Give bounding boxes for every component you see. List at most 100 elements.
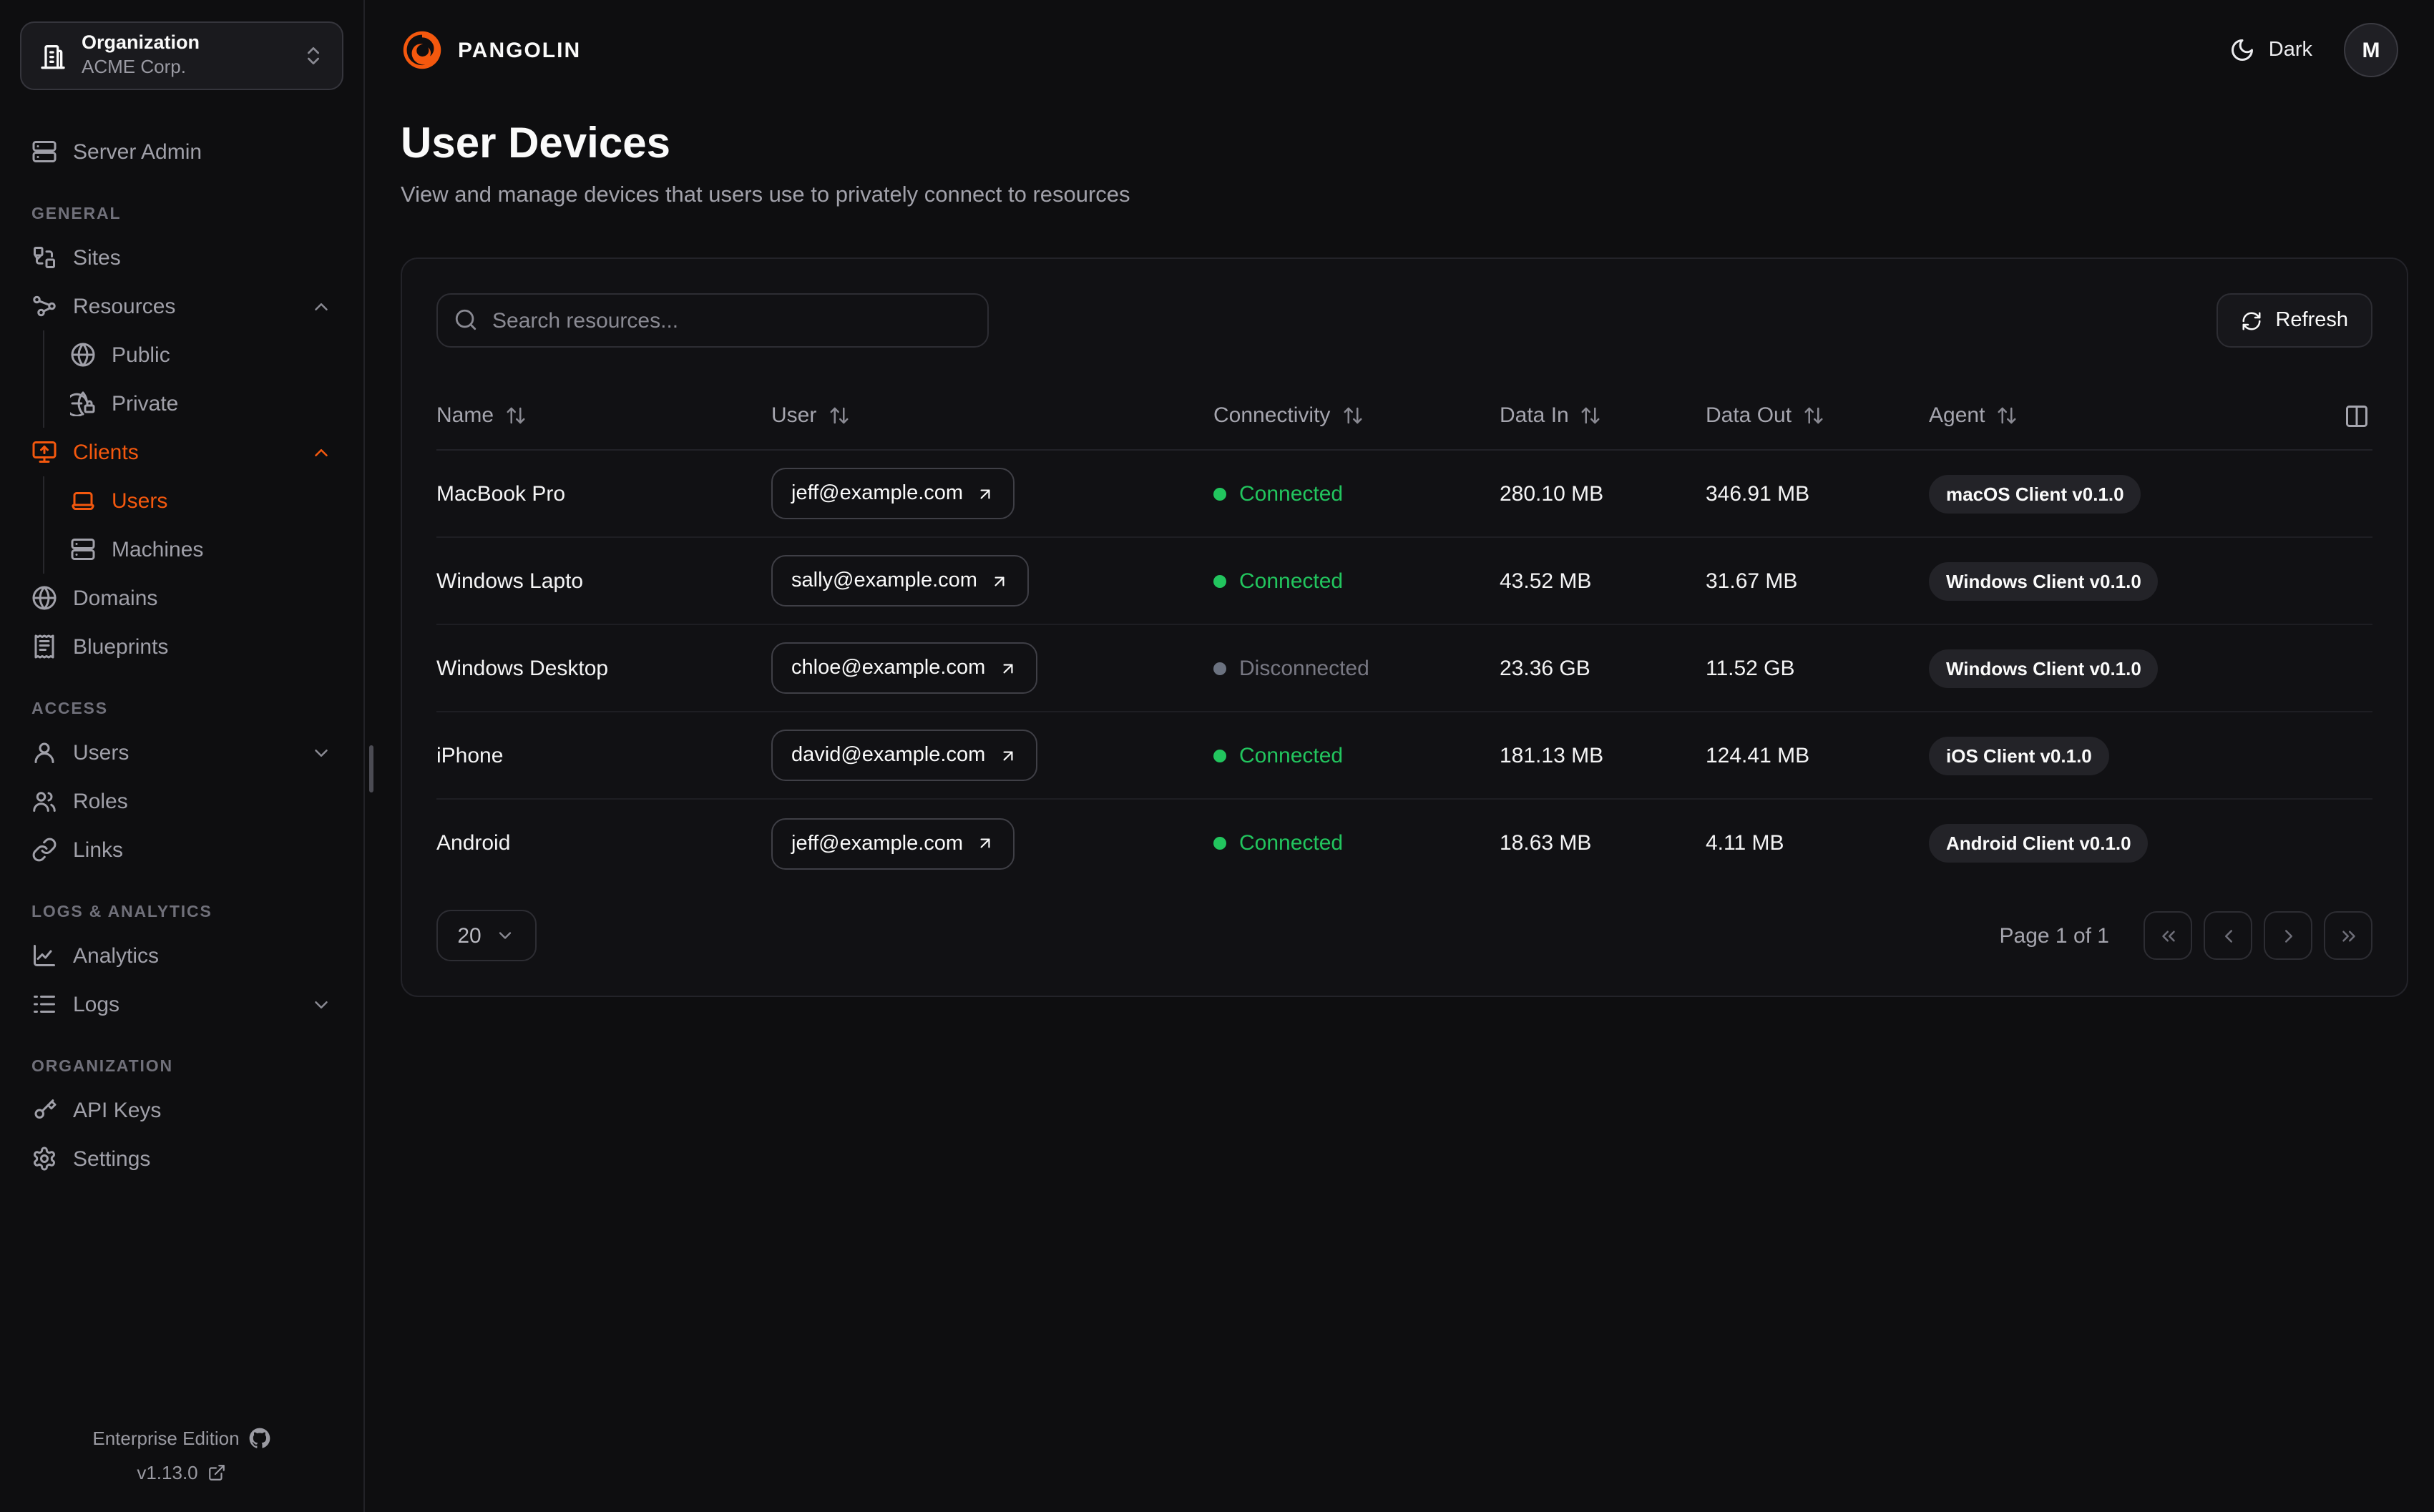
user-link-button[interactable]: david@example.com xyxy=(771,730,1037,781)
user-link-button[interactable]: sally@example.com xyxy=(771,555,1029,607)
chevrons-up-down-icon xyxy=(302,44,325,67)
user-email: chloe@example.com xyxy=(791,657,986,679)
sidebar-item-label: Clients xyxy=(73,440,139,464)
sidebar-item-api-keys[interactable]: API Keys xyxy=(20,1086,343,1134)
status-dot xyxy=(1213,749,1226,762)
section-label-logs-analytics: LOGS & ANALYTICS xyxy=(31,904,212,921)
version-label: v1.13.0 xyxy=(137,1461,198,1483)
user-link-button[interactable]: chloe@example.com xyxy=(771,642,1037,694)
sidebar-item-label: Private xyxy=(112,391,179,416)
globe-icon xyxy=(31,585,57,611)
sidebar-item-clients[interactable]: Clients xyxy=(20,428,343,476)
server-icon xyxy=(31,139,57,165)
refresh-label: Refresh xyxy=(2275,309,2348,332)
status-label: Connected xyxy=(1239,481,1344,506)
column-header-name[interactable]: Name xyxy=(436,403,771,428)
sidebar-item-resources[interactable]: Resources xyxy=(20,282,343,330)
connectivity-status: Connected xyxy=(1213,481,1500,506)
sidebar-item-links[interactable]: Links xyxy=(20,825,343,874)
agent-badge: Windows Client v0.1.0 xyxy=(1929,561,2159,600)
user-icon xyxy=(31,740,57,765)
sidebar-item-roles[interactable]: Roles xyxy=(20,777,343,825)
column-header-connectivity[interactable]: Connectivity xyxy=(1213,403,1500,428)
laptop-icon xyxy=(70,488,96,514)
sidebar-scrollbar[interactable] xyxy=(369,745,373,792)
chevron-down-icon xyxy=(311,993,332,1015)
device-name: iPhone xyxy=(436,743,504,767)
sidebar-item-public[interactable]: Public xyxy=(59,330,343,379)
columns-visibility-icon[interactable] xyxy=(2341,400,2372,431)
section-label-general: GENERAL xyxy=(31,206,122,223)
sidebar-item-analytics[interactable]: Analytics xyxy=(20,931,343,980)
external-link-icon xyxy=(208,1463,227,1481)
receipt-icon xyxy=(31,634,57,659)
sort-icon xyxy=(828,405,849,426)
column-header-user[interactable]: User xyxy=(771,403,1213,428)
search-input[interactable] xyxy=(436,293,989,348)
data-in-value: 23.36 GB xyxy=(1500,656,1590,680)
sidebar-item-machines[interactable]: Machines xyxy=(59,525,343,574)
page-subtitle: View and manage devices that users use t… xyxy=(401,183,1130,207)
prev-page-button[interactable] xyxy=(2204,911,2252,960)
sidebar-item-users[interactable]: Users xyxy=(20,728,343,777)
version-link[interactable]: v1.13.0 xyxy=(0,1455,363,1489)
column-header-data-in[interactable]: Data In xyxy=(1500,403,1706,428)
page-size-select[interactable]: 20 xyxy=(436,910,537,961)
sidebar-item-private[interactable]: Private xyxy=(59,379,343,428)
brand: PANGOLIN xyxy=(401,29,581,72)
sidebar-item-logs[interactable]: Logs xyxy=(20,980,343,1029)
sidebar-item-sites[interactable]: Sites xyxy=(20,233,343,282)
sidebar-item-label: Analytics xyxy=(73,943,160,968)
sidebar-item-server-admin[interactable]: Server Admin xyxy=(20,127,343,176)
next-page-button[interactable] xyxy=(2264,911,2312,960)
building-icon xyxy=(39,41,67,70)
search-icon xyxy=(454,308,478,332)
clients-subnav: Users Machines xyxy=(43,476,343,574)
user-link-button[interactable]: jeff@example.com xyxy=(771,468,1015,519)
sites-icon xyxy=(31,245,57,270)
refresh-button[interactable]: Refresh xyxy=(2216,293,2372,348)
page-size-value: 20 xyxy=(457,923,482,948)
table-row: Windows Desktop chloe@example.com Discon… xyxy=(436,625,2372,712)
device-name: Android xyxy=(436,831,511,855)
theme-toggle[interactable]: Dark xyxy=(2230,37,2312,63)
last-page-button[interactable] xyxy=(2324,911,2372,960)
topbar: PANGOLIN Dark M xyxy=(365,0,2434,100)
pagination: 20 Page 1 of 1 xyxy=(436,910,2372,961)
sidebar-item-label: Blueprints xyxy=(73,634,169,659)
app-root: Organization ACME Corp. Server Admin GEN… xyxy=(0,0,2434,1512)
sidebar-item-label: Logs xyxy=(73,992,120,1016)
organization-selector[interactable]: Organization ACME Corp. xyxy=(20,21,343,90)
user-email: sally@example.com xyxy=(791,569,977,592)
edition-link[interactable]: Enterprise Edition xyxy=(0,1420,363,1455)
sort-icon xyxy=(505,405,527,426)
moon-icon xyxy=(2230,37,2256,63)
edition-label: Enterprise Edition xyxy=(92,1427,240,1448)
connectivity-status: Connected xyxy=(1213,743,1500,767)
sidebar-nav: Server Admin GENERAL Sites Resources Pub… xyxy=(0,90,363,1420)
column-header-data-out[interactable]: Data Out xyxy=(1706,403,1929,428)
sidebar-item-label: Settings xyxy=(73,1147,151,1171)
first-page-button[interactable] xyxy=(2144,911,2192,960)
device-name: MacBook Pro xyxy=(436,481,566,506)
column-header-agent[interactable]: Agent xyxy=(1929,403,2330,428)
table-header: Name User Connectivity Data In Data Out xyxy=(436,382,2372,451)
page-title: User Devices xyxy=(401,120,670,167)
sort-icon xyxy=(1803,405,1824,426)
refresh-icon xyxy=(2241,310,2262,331)
sort-icon xyxy=(1580,405,1602,426)
sidebar-item-settings[interactable]: Settings xyxy=(20,1134,343,1183)
status-dot xyxy=(1213,662,1226,674)
sidebar-item-client-users[interactable]: Users xyxy=(59,476,343,525)
avatar[interactable]: M xyxy=(2344,23,2398,77)
sidebar-item-blueprints[interactable]: Blueprints xyxy=(20,622,343,671)
search-box xyxy=(436,293,989,348)
user-link-button[interactable]: jeff@example.com xyxy=(771,818,1015,869)
device-name: Windows Desktop xyxy=(436,656,609,680)
chevron-up-icon xyxy=(311,295,332,317)
sidebar-item-domains[interactable]: Domains xyxy=(20,574,343,622)
table-row: iPhone david@example.com Connected 181.1… xyxy=(436,712,2372,800)
connectivity-status: Connected xyxy=(1213,569,1500,593)
connectivity-status: Disconnected xyxy=(1213,656,1500,680)
pangolin-logo-icon xyxy=(401,29,444,72)
